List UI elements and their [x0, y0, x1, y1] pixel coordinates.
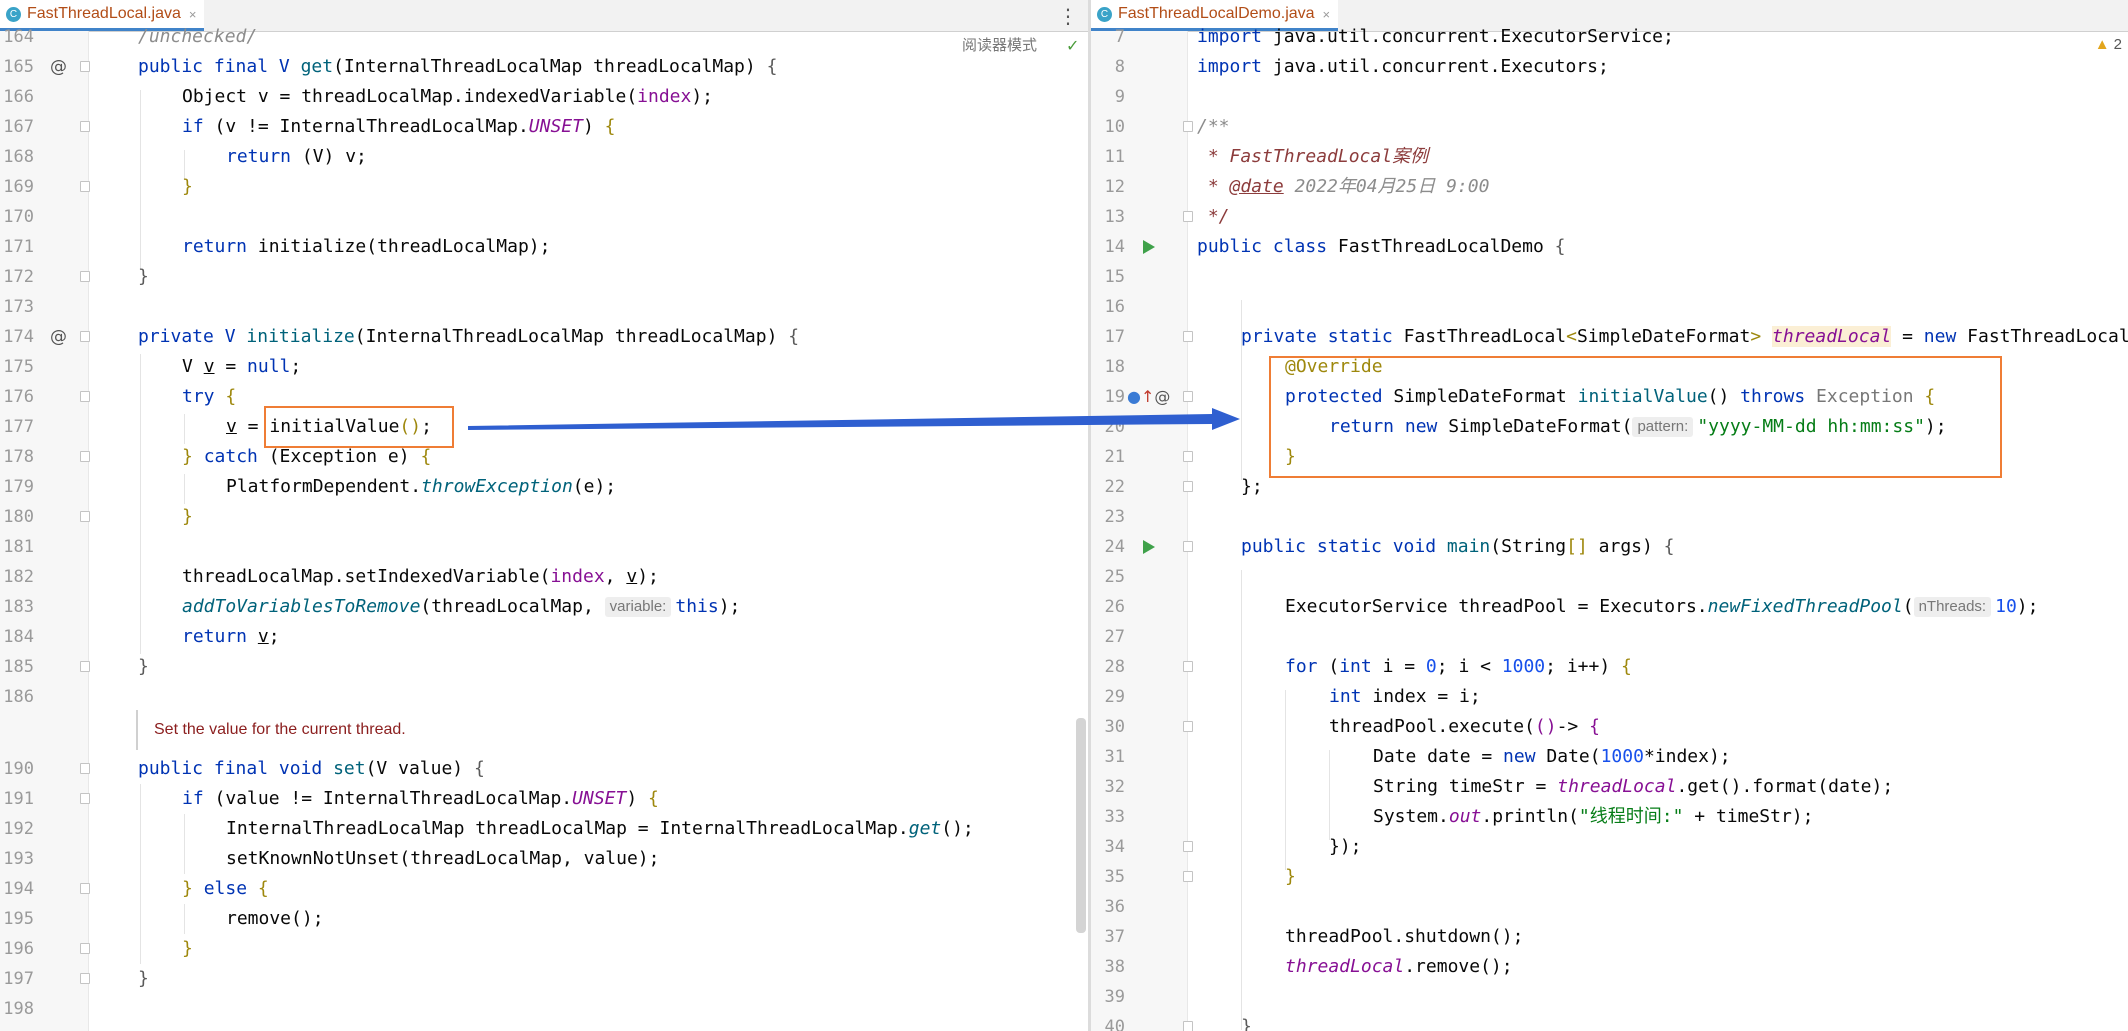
annotation-arrow [468, 408, 1240, 430]
arrow-overlay [468, 408, 1240, 430]
